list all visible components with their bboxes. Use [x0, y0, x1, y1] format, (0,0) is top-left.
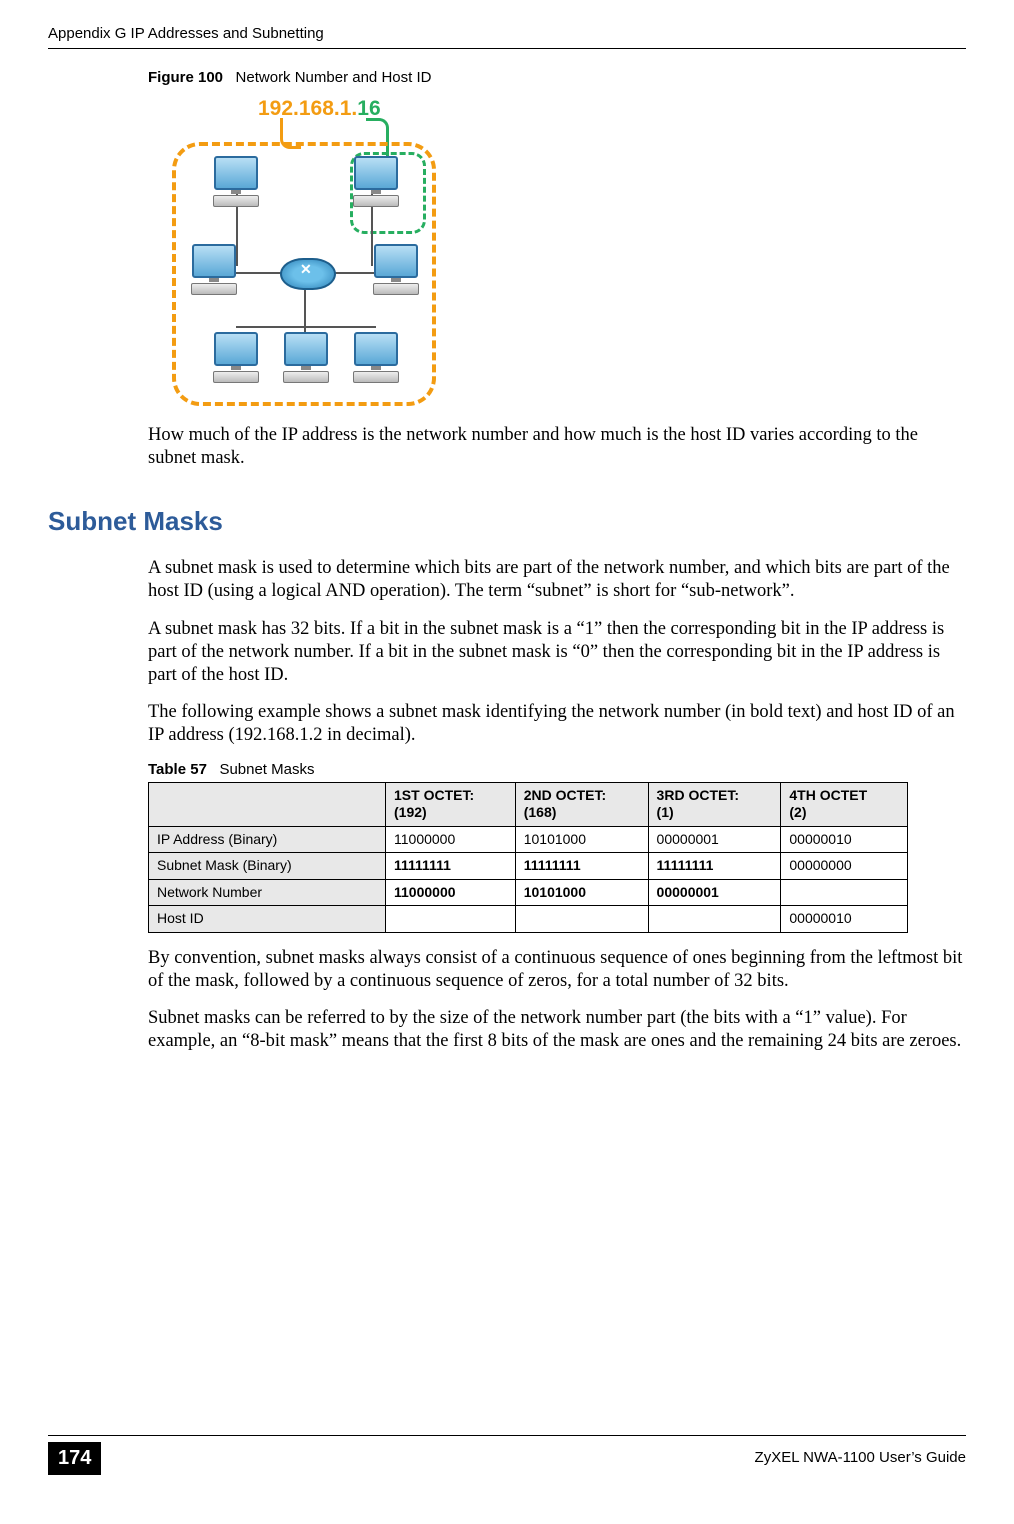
pc-icon: [282, 332, 330, 382]
pc-icon: [212, 332, 260, 382]
table-cell: 00000000: [781, 853, 908, 880]
ip-address-label: 192.168.1.16: [258, 96, 381, 122]
table-caption: Table 57 Subnet Masks: [148, 761, 966, 780]
network-figure: 192.168.1.16: [168, 96, 478, 406]
table-cell: 11111111: [386, 853, 516, 880]
table-cell: [781, 879, 908, 906]
footer-rule: [48, 1435, 966, 1436]
pc-icon: [352, 332, 400, 382]
table-cell: 00000010: [781, 906, 908, 933]
guide-name: ZyXEL NWA-1100 User’s Guide: [755, 1449, 966, 1468]
figure-label: Figure 100: [148, 69, 223, 86]
paragraph-after-table-1: By convention, subnet masks always consi…: [148, 947, 966, 993]
section-heading-subnet-masks: Subnet Masks: [48, 505, 966, 538]
paragraph-sm-3: The following example shows a subnet mas…: [148, 701, 966, 747]
table-cell: [515, 906, 648, 933]
table-header-octet4: 4TH OCTET(2): [781, 782, 908, 826]
table-cell: 11111111: [648, 853, 781, 880]
router-icon: [280, 258, 336, 290]
table-cell: 10101000: [515, 826, 648, 853]
table-row: Host ID 00000010: [149, 906, 908, 933]
table-cell: 00000001: [648, 879, 781, 906]
table-cell: 11111111: [515, 853, 648, 880]
net-link: [236, 326, 376, 328]
table-label: Table 57: [148, 761, 207, 778]
table-cell: [648, 906, 781, 933]
running-header: Appendix G IP Addresses and Subnetting: [48, 25, 966, 48]
paragraph-after-table-2: Subnet masks can be referred to by the s…: [148, 1007, 966, 1053]
paragraph-sm-1: A subnet mask is used to determine which…: [148, 557, 966, 603]
table-header-octet2: 2ND OCTET:(168): [515, 782, 648, 826]
table-row: Network Number 11000000 10101000 0000000…: [149, 879, 908, 906]
row-header-net: Network Number: [149, 879, 386, 906]
table-header-blank: [149, 782, 386, 826]
ip-network-part: 192.168.1.: [258, 97, 357, 120]
table-header-octet3: 3RD OCTET:(1): [648, 782, 781, 826]
table-row: Subnet Mask (Binary) 11111111 11111111 1…: [149, 853, 908, 880]
table-cell: 00000010: [781, 826, 908, 853]
paragraph-after-figure: How much of the IP address is the networ…: [148, 424, 966, 470]
header-rule: [48, 48, 966, 49]
table-header-row: 1ST OCTET:(192) 2ND OCTET:(168) 3RD OCTE…: [149, 782, 908, 826]
paragraph-sm-2: A subnet mask has 32 bits. If a bit in t…: [148, 618, 966, 687]
page-number: 174: [48, 1442, 101, 1475]
table-cell: 11000000: [386, 879, 516, 906]
page-footer: 174 ZyXEL NWA-1100 User’s Guide: [48, 1435, 966, 1475]
table-row: IP Address (Binary) 11000000 10101000 00…: [149, 826, 908, 853]
table-cell: 10101000: [515, 879, 648, 906]
pc-icon: [212, 156, 260, 206]
pc-icon: [372, 244, 420, 294]
pc-icon: [352, 156, 400, 206]
table-title: Subnet Masks: [219, 761, 314, 778]
subnet-mask-table: 1ST OCTET:(192) 2ND OCTET:(168) 3RD OCTE…: [148, 782, 908, 933]
figure-caption: Figure 100 Network Number and Host ID: [148, 69, 966, 88]
ip-host-part: 16: [357, 97, 380, 120]
row-header-mask: Subnet Mask (Binary): [149, 853, 386, 880]
figure-title: Network Number and Host ID: [236, 69, 432, 86]
table-header-octet1: 1ST OCTET:(192): [386, 782, 516, 826]
row-header-host: Host ID: [149, 906, 386, 933]
table-cell: [386, 906, 516, 933]
row-header-ip: IP Address (Binary): [149, 826, 386, 853]
network-boundary: [172, 142, 436, 406]
table-cell: 00000001: [648, 826, 781, 853]
table-cell: 11000000: [386, 826, 516, 853]
pc-icon: [190, 244, 238, 294]
